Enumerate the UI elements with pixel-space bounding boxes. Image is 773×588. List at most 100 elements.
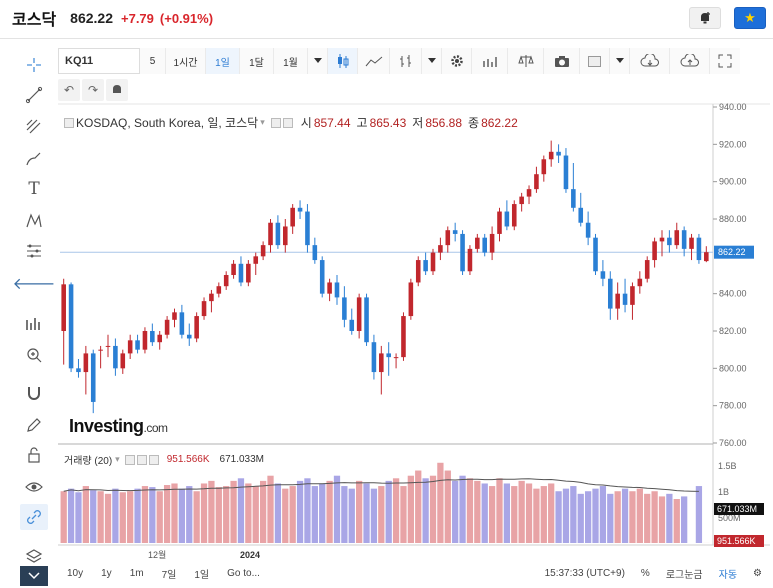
volume-bar: [82, 486, 89, 543]
auto-scale-toggle[interactable]: 자동: [711, 566, 745, 581]
range-7d[interactable]: 7일: [153, 566, 186, 581]
vol-settings-icon[interactable]: [124, 454, 135, 465]
price-tick-label: 880.00: [719, 214, 747, 224]
collapse-icon[interactable]: [64, 117, 74, 128]
candle: [135, 334, 140, 354]
price-tick-label: 940.00: [719, 102, 747, 112]
volume-bar: [666, 493, 673, 543]
candle: [379, 345, 384, 395]
candle: [150, 323, 155, 346]
volume-bar: [134, 488, 141, 543]
candle: [179, 304, 185, 339]
volume-bar: [459, 475, 466, 543]
volume-bar: [392, 478, 400, 543]
volume-bar: [274, 483, 282, 543]
log-scale-toggle[interactable]: 로그눈금: [658, 566, 711, 581]
volume-bar: [385, 480, 392, 543]
candle: [600, 260, 606, 287]
volume-bar: [259, 480, 267, 543]
volume-bar: [186, 486, 193, 543]
chart-app: 코스닥 862.22 +7.79 (+0.91%) ★ T 🡐 KQ11 5 1…: [0, 0, 773, 588]
volume-bar: [466, 478, 474, 543]
candle: [689, 233, 694, 261]
volume-bar: [304, 478, 311, 543]
range-1y[interactable]: 1y: [92, 568, 121, 579]
range-1d[interactable]: 1일: [185, 566, 218, 581]
vol-hide-icon[interactable]: [136, 454, 147, 465]
close-value: 862.22: [481, 115, 518, 130]
candle: [142, 327, 148, 354]
goto-button[interactable]: Go to...: [218, 568, 269, 579]
time-axis: 12월 2024: [148, 549, 260, 560]
volume-bar: [282, 488, 289, 543]
candle: [393, 353, 399, 369]
volume-bar: [592, 488, 599, 543]
volume-bar: [540, 486, 547, 543]
volume-bar: [570, 486, 577, 543]
candle: [467, 245, 473, 275]
candle: [534, 166, 539, 193]
low-label: 저: [412, 116, 424, 130]
candle: [674, 222, 680, 249]
candle: [120, 349, 126, 374]
volume-bar: [363, 483, 370, 543]
range-10y[interactable]: 10y: [58, 568, 92, 579]
candle: [475, 233, 480, 253]
candle: [238, 256, 244, 287]
last-price-tag-text: 862.22: [718, 247, 746, 257]
hide-square-icon[interactable]: [282, 117, 293, 128]
settings-square-icon[interactable]: [270, 117, 281, 128]
candle: [652, 237, 657, 268]
volume-bar: [149, 487, 156, 543]
volume-bar: [415, 470, 422, 543]
candle: [438, 237, 443, 261]
candle: [364, 293, 369, 346]
volume-caret-icon[interactable]: ▾: [115, 454, 120, 465]
range-1m[interactable]: 1m: [121, 568, 153, 579]
candle: [460, 230, 465, 275]
last-price-tag: 862.22: [714, 245, 754, 259]
price-tick-label: 820.00: [719, 326, 747, 336]
candle: [297, 200, 303, 219]
volume-bar: [370, 488, 378, 543]
gear-icon[interactable]: ⚙: [745, 568, 770, 579]
candle: [578, 192, 584, 227]
price-chart[interactable]: 940.00 920.00 900.00 880.00 840.00 820.00 800.…: [0, 0, 773, 588]
volume-bar: [636, 488, 643, 543]
candle: [157, 331, 163, 350]
volume-bar: [171, 483, 178, 543]
percent-toggle[interactable]: %: [633, 568, 658, 579]
candle: [105, 334, 111, 358]
volume-bar: [422, 478, 429, 543]
volume-bar: [208, 480, 215, 543]
high-label: 고: [356, 116, 368, 130]
volume-bar: [644, 493, 651, 543]
candle: [511, 200, 517, 231]
volume-bar: [488, 486, 496, 543]
vol-close-icon[interactable]: [148, 454, 159, 465]
candle: [231, 260, 236, 279]
volume-bar: [90, 490, 97, 543]
candle: [386, 342, 391, 376]
volume-bar: [112, 488, 119, 543]
volume-bar: [333, 475, 341, 543]
volume-bar: [348, 488, 355, 543]
time-label-2024: 2024: [240, 550, 260, 560]
candle: [76, 359, 81, 378]
volume-bar: [584, 491, 592, 543]
candle: [548, 140, 554, 167]
volume-bar: [60, 491, 67, 543]
candle: [519, 192, 524, 212]
candle: [526, 185, 532, 205]
price-tick-label: 760.00: [719, 438, 747, 448]
candle: [327, 278, 332, 302]
volume-bar: [141, 486, 149, 543]
volume-bar: [474, 480, 481, 543]
candles: [61, 140, 709, 414]
volume-bar: [400, 486, 407, 543]
volume-bar: [452, 480, 459, 543]
legend-caret-icon[interactable]: ▾: [260, 117, 265, 128]
candle: [127, 334, 133, 359]
candle: [571, 163, 576, 212]
candle: [593, 233, 598, 275]
